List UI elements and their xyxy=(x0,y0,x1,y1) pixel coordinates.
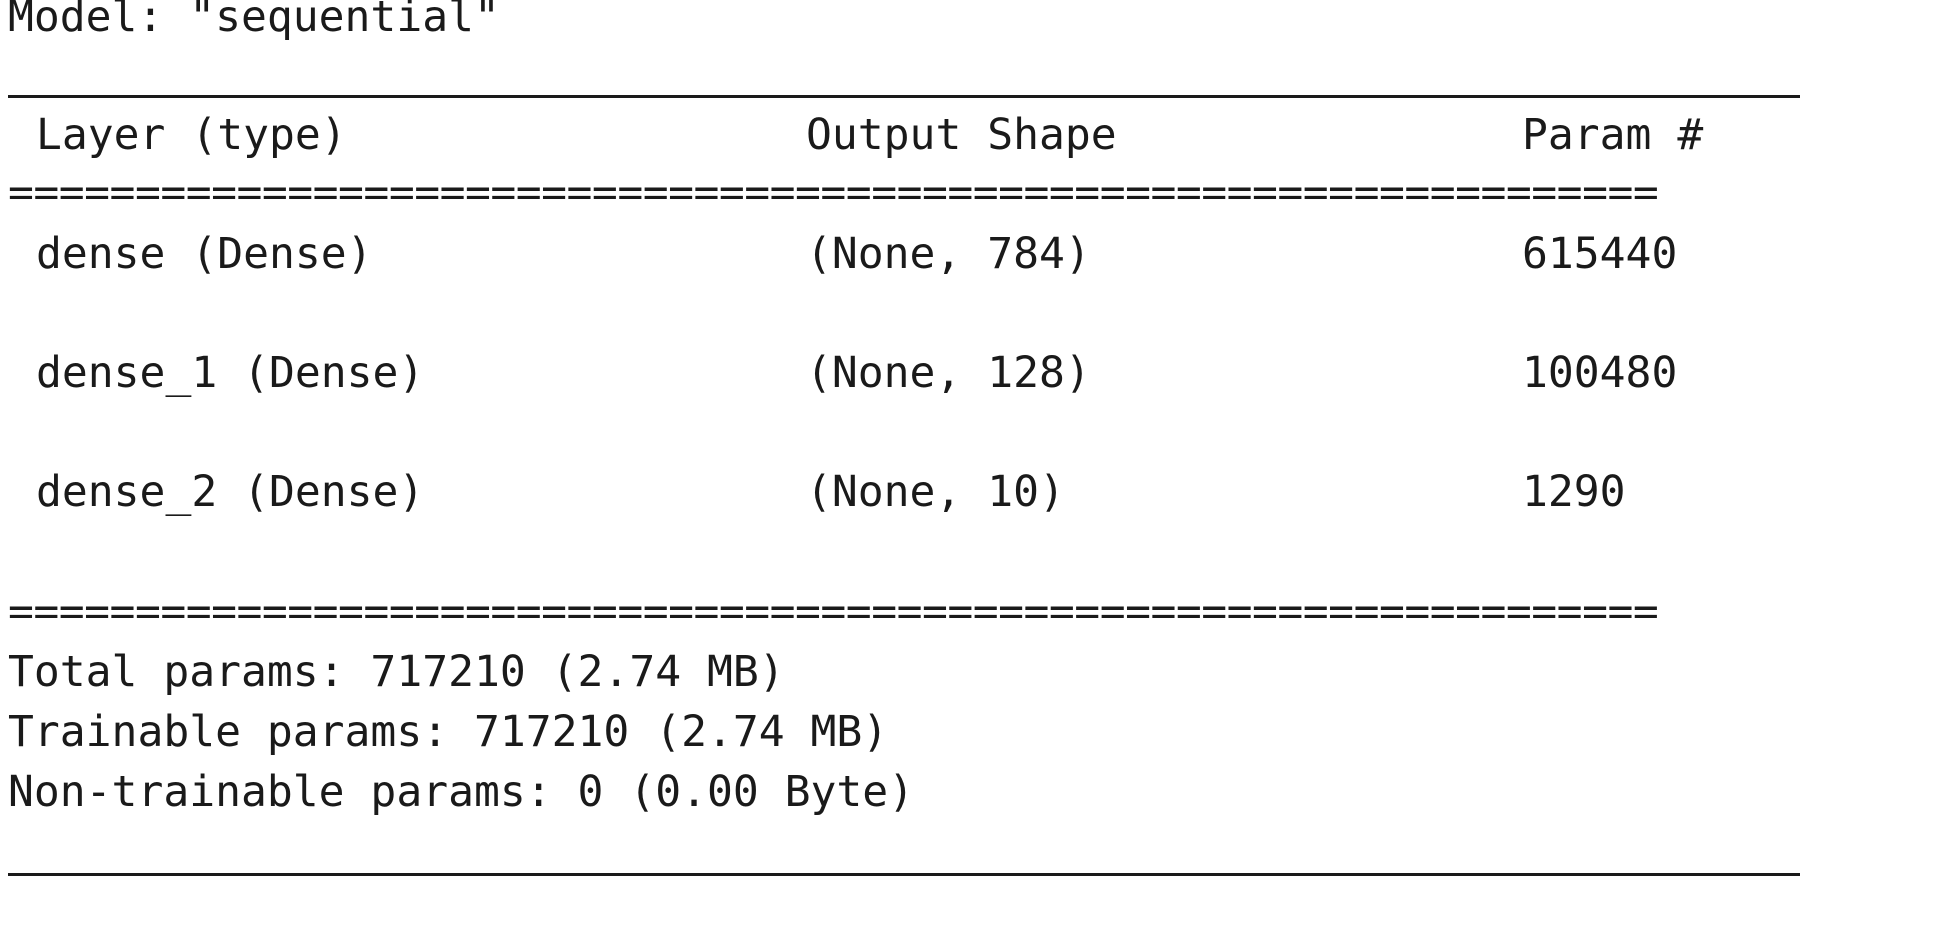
layer-name: dense (Dense) xyxy=(36,229,373,279)
footer-double-divider: ========================================… xyxy=(8,606,1800,618)
output-shape: (None, 10) xyxy=(806,467,1065,517)
output-shape: (None, 784) xyxy=(806,229,1091,279)
top-divider xyxy=(8,95,1800,98)
header-output-shape: Output Shape xyxy=(806,110,1117,160)
header-double-divider: ========================================… xyxy=(8,187,1800,199)
header-param-count: Param # xyxy=(1522,110,1704,160)
model-title: Model: "sequential" xyxy=(8,0,500,42)
bottom-divider xyxy=(8,873,1800,876)
layer-name: dense_1 (Dense) xyxy=(36,348,425,398)
header-layer-type: Layer (type) xyxy=(36,110,347,160)
param-count: 615440 xyxy=(1522,229,1678,279)
param-count: 1290 xyxy=(1522,467,1626,517)
non-trainable-params: Non-trainable params: 0 (0.00 Byte) xyxy=(8,767,915,817)
output-shape: (None, 128) xyxy=(806,348,1091,398)
layer-name: dense_2 (Dense) xyxy=(36,467,425,517)
param-count: 100480 xyxy=(1522,348,1678,398)
trainable-params: Trainable params: 717210 (2.74 MB) xyxy=(8,707,889,757)
total-params: Total params: 717210 (2.74 MB) xyxy=(8,647,785,697)
